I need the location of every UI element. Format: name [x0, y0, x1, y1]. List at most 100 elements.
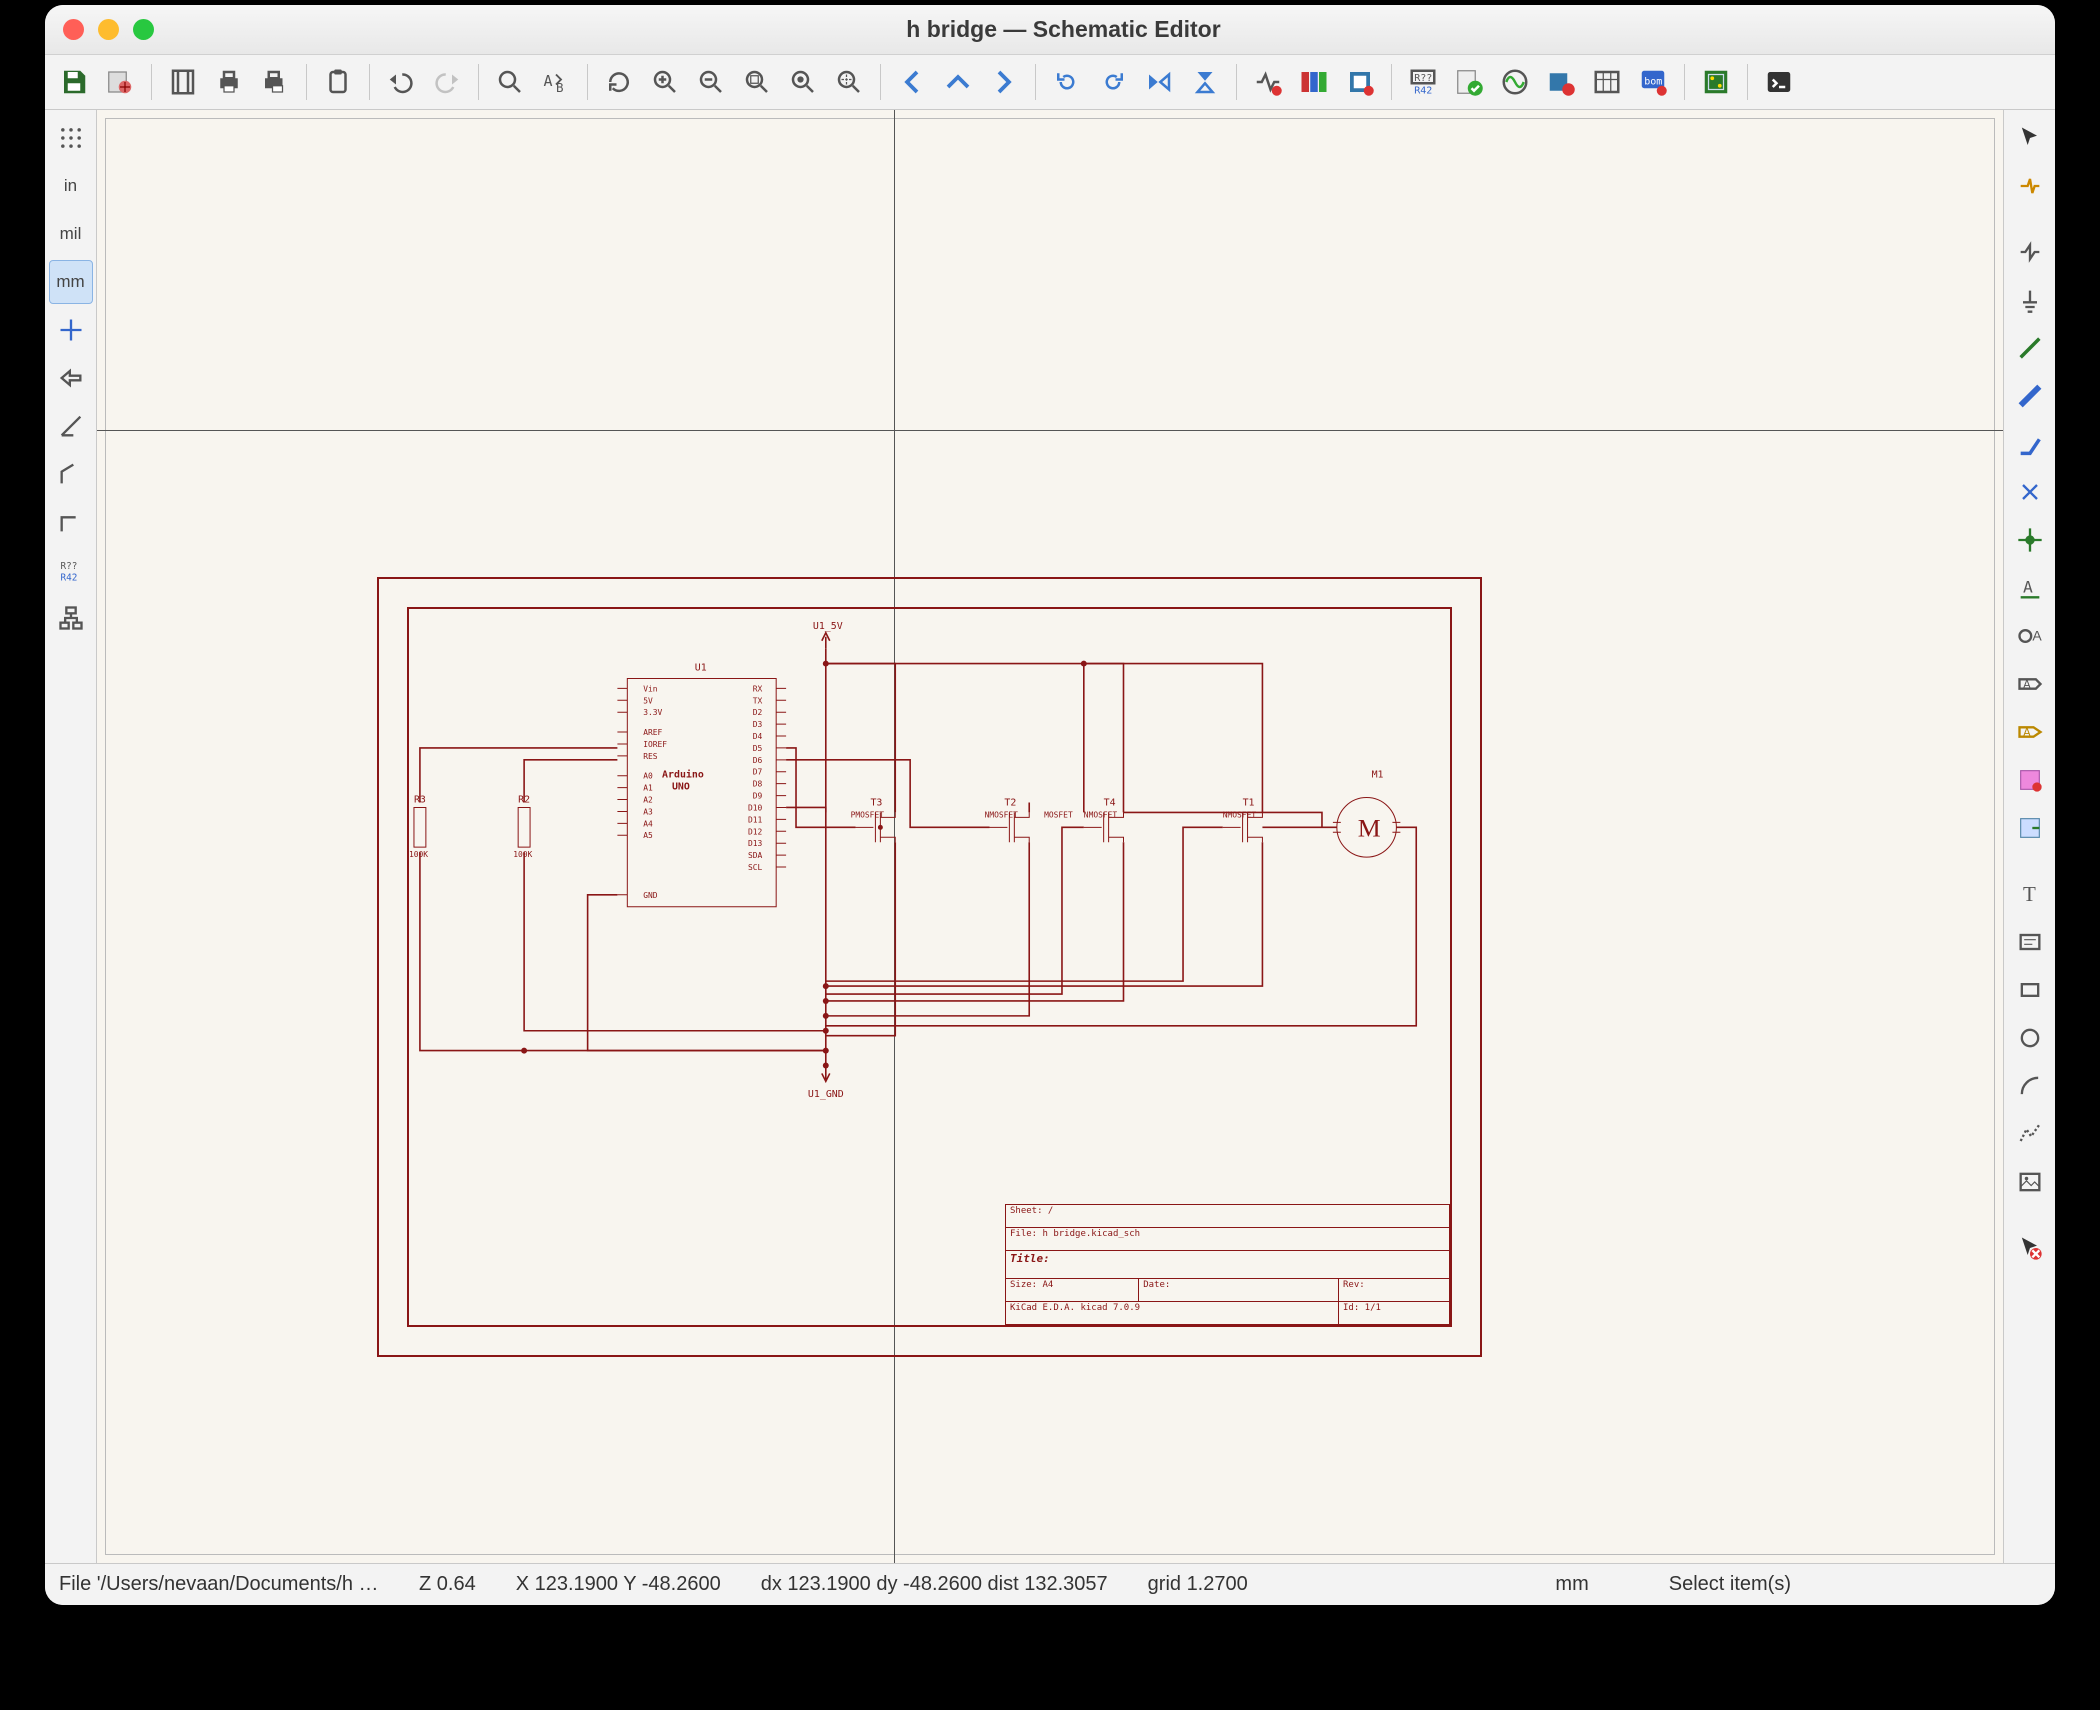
draw-lines-icon[interactable]: [2008, 1112, 2052, 1156]
schematic-setup-icon[interactable]: [99, 61, 141, 103]
find-icon[interactable]: [489, 61, 531, 103]
mosfet-label: MOSFET: [1044, 810, 1073, 819]
draw-text-icon[interactable]: T: [2008, 872, 2052, 916]
component-t1[interactable]: T1 NMOSFET: [826, 664, 1263, 987]
symbol-editor-icon[interactable]: [1247, 61, 1289, 103]
simulator-icon[interactable]: [1494, 61, 1536, 103]
svg-text:T4: T4: [1104, 797, 1116, 808]
nav-forward-icon[interactable]: [983, 61, 1025, 103]
status-mode: Select item(s): [1669, 1573, 1791, 1596]
90-45-icon[interactable]: [49, 452, 93, 496]
netclass-flag-icon[interactable]: A: [2008, 614, 2052, 658]
add-power-icon[interactable]: [2008, 278, 2052, 322]
add-symbol-icon[interactable]: [2008, 230, 2052, 274]
component-r2[interactable]: R2 100K: [513, 760, 826, 1031]
zoom-in-icon[interactable]: [644, 61, 686, 103]
grid-toggle-icon[interactable]: [49, 116, 93, 160]
bom-icon[interactable]: bom: [1632, 61, 1674, 103]
status-file: File '/Users/nevaan/Documents/h bri…: [59, 1573, 379, 1596]
add-sheet-icon[interactable]: [2008, 758, 2052, 802]
svg-text:A1: A1: [643, 784, 653, 793]
add-image-icon[interactable]: [2008, 1160, 2052, 1204]
nav-up-icon[interactable]: [937, 61, 979, 103]
90-only-icon[interactable]: [49, 500, 93, 544]
net-label-icon[interactable]: A: [2008, 566, 2052, 610]
component-t4[interactable]: T4 NMOSFET: [826, 664, 1124, 1001]
svg-text:PMOSFET: PMOSFET: [851, 810, 885, 819]
sheet-pin-icon[interactable]: [2008, 806, 2052, 850]
component-r3[interactable]: R3 100K: [409, 748, 826, 1051]
component-t2[interactable]: T2 NMOSFET: [786, 760, 1029, 1016]
hidden-pins-icon[interactable]: [49, 356, 93, 400]
units-in-button[interactable]: in: [49, 164, 93, 208]
footprint-editor-icon[interactable]: [1339, 61, 1381, 103]
annotate-shortcut-icon[interactable]: R??R42: [49, 548, 93, 592]
page-settings-icon[interactable]: [162, 61, 204, 103]
rotate-cw-icon[interactable]: [1092, 61, 1134, 103]
schematic-canvas[interactable]: U1_5V U1_GND U1 Arduino UNO: [97, 110, 2003, 1563]
title-block: Sheet: / File: h bridge.kicad_sch Title:…: [1005, 1204, 1450, 1325]
mirror-h-icon[interactable]: [1138, 61, 1180, 103]
zoom-out-icon[interactable]: [690, 61, 732, 103]
draw-textbox-icon[interactable]: [2008, 920, 2052, 964]
hier-label-icon[interactable]: A: [2008, 710, 2052, 754]
sheet-inner-frame: U1_5V U1_GND U1 Arduino UNO: [407, 607, 1452, 1327]
save-icon[interactable]: [53, 61, 95, 103]
component-t3[interactable]: T3 PMOSFET: [786, 664, 895, 1036]
draw-circle-icon[interactable]: [2008, 1016, 2052, 1060]
symbol-fields-icon[interactable]: [1586, 61, 1628, 103]
svg-text:TX: TX: [753, 696, 763, 705]
bus-entry-icon[interactable]: [2008, 422, 2052, 466]
hierarchy-icon[interactable]: [49, 596, 93, 640]
svg-text:100K: 100K: [409, 850, 428, 859]
find-replace-icon[interactable]: AB: [535, 61, 577, 103]
svg-text:RX: RX: [753, 684, 763, 693]
svg-text:T2: T2: [1004, 797, 1016, 808]
nav-back-icon[interactable]: [891, 61, 933, 103]
redo-icon[interactable]: [426, 61, 468, 103]
svg-text:M: M: [1358, 813, 1381, 842]
svg-text:A4: A4: [643, 819, 653, 828]
svg-text:R42: R42: [60, 573, 77, 584]
rotate-ccw-icon[interactable]: [1046, 61, 1088, 103]
zoom-objects-icon[interactable]: [782, 61, 824, 103]
units-mm-button[interactable]: mm: [49, 260, 93, 304]
erc-icon[interactable]: [1448, 61, 1490, 103]
svg-text:UNO: UNO: [672, 782, 690, 793]
refresh-icon[interactable]: [598, 61, 640, 103]
close-icon[interactable]: [63, 19, 84, 40]
symbol-browser-icon[interactable]: [1293, 61, 1335, 103]
footprint-assign-icon[interactable]: [1540, 61, 1582, 103]
delete-tool-icon[interactable]: [2008, 1226, 2052, 1270]
global-label-icon[interactable]: A: [2008, 662, 2052, 706]
minimize-icon[interactable]: [98, 19, 119, 40]
maximize-icon[interactable]: [133, 19, 154, 40]
highlight-net-icon[interactable]: [2008, 164, 2052, 208]
pcb-editor-icon[interactable]: [1695, 61, 1737, 103]
svg-text:NMOSFET: NMOSFET: [1084, 810, 1118, 819]
zoom-fit-icon[interactable]: [736, 61, 778, 103]
mirror-v-icon[interactable]: [1184, 61, 1226, 103]
svg-text:A2: A2: [643, 796, 653, 805]
select-tool-icon[interactable]: [2008, 116, 2052, 160]
component-u1[interactable]: U1 Arduino UNO Vin5V3.3V AREFIOREFRES A0…: [617, 663, 786, 907]
svg-text:Vin: Vin: [643, 684, 658, 693]
annotate-icon[interactable]: R??R42: [1402, 61, 1444, 103]
paste-icon[interactable]: [317, 61, 359, 103]
plot-icon[interactable]: [254, 61, 296, 103]
units-mil-button[interactable]: mil: [49, 212, 93, 256]
free-angle-icon[interactable]: [49, 404, 93, 448]
draw-rect-icon[interactable]: [2008, 968, 2052, 1012]
svg-text:D3: D3: [753, 720, 763, 729]
zoom-selection-icon[interactable]: [828, 61, 870, 103]
print-icon[interactable]: [208, 61, 250, 103]
no-connect-icon[interactable]: [2008, 470, 2052, 514]
cursor-style-icon[interactable]: [49, 308, 93, 352]
add-bus-icon[interactable]: [2008, 374, 2052, 418]
undo-icon[interactable]: [380, 61, 422, 103]
draw-arc-icon[interactable]: [2008, 1064, 2052, 1108]
script-console-icon[interactable]: [1758, 61, 1800, 103]
add-wire-icon[interactable]: [2008, 326, 2052, 370]
junction-icon[interactable]: [2008, 518, 2052, 562]
component-m1[interactable]: M1 M: [826, 770, 1416, 1026]
